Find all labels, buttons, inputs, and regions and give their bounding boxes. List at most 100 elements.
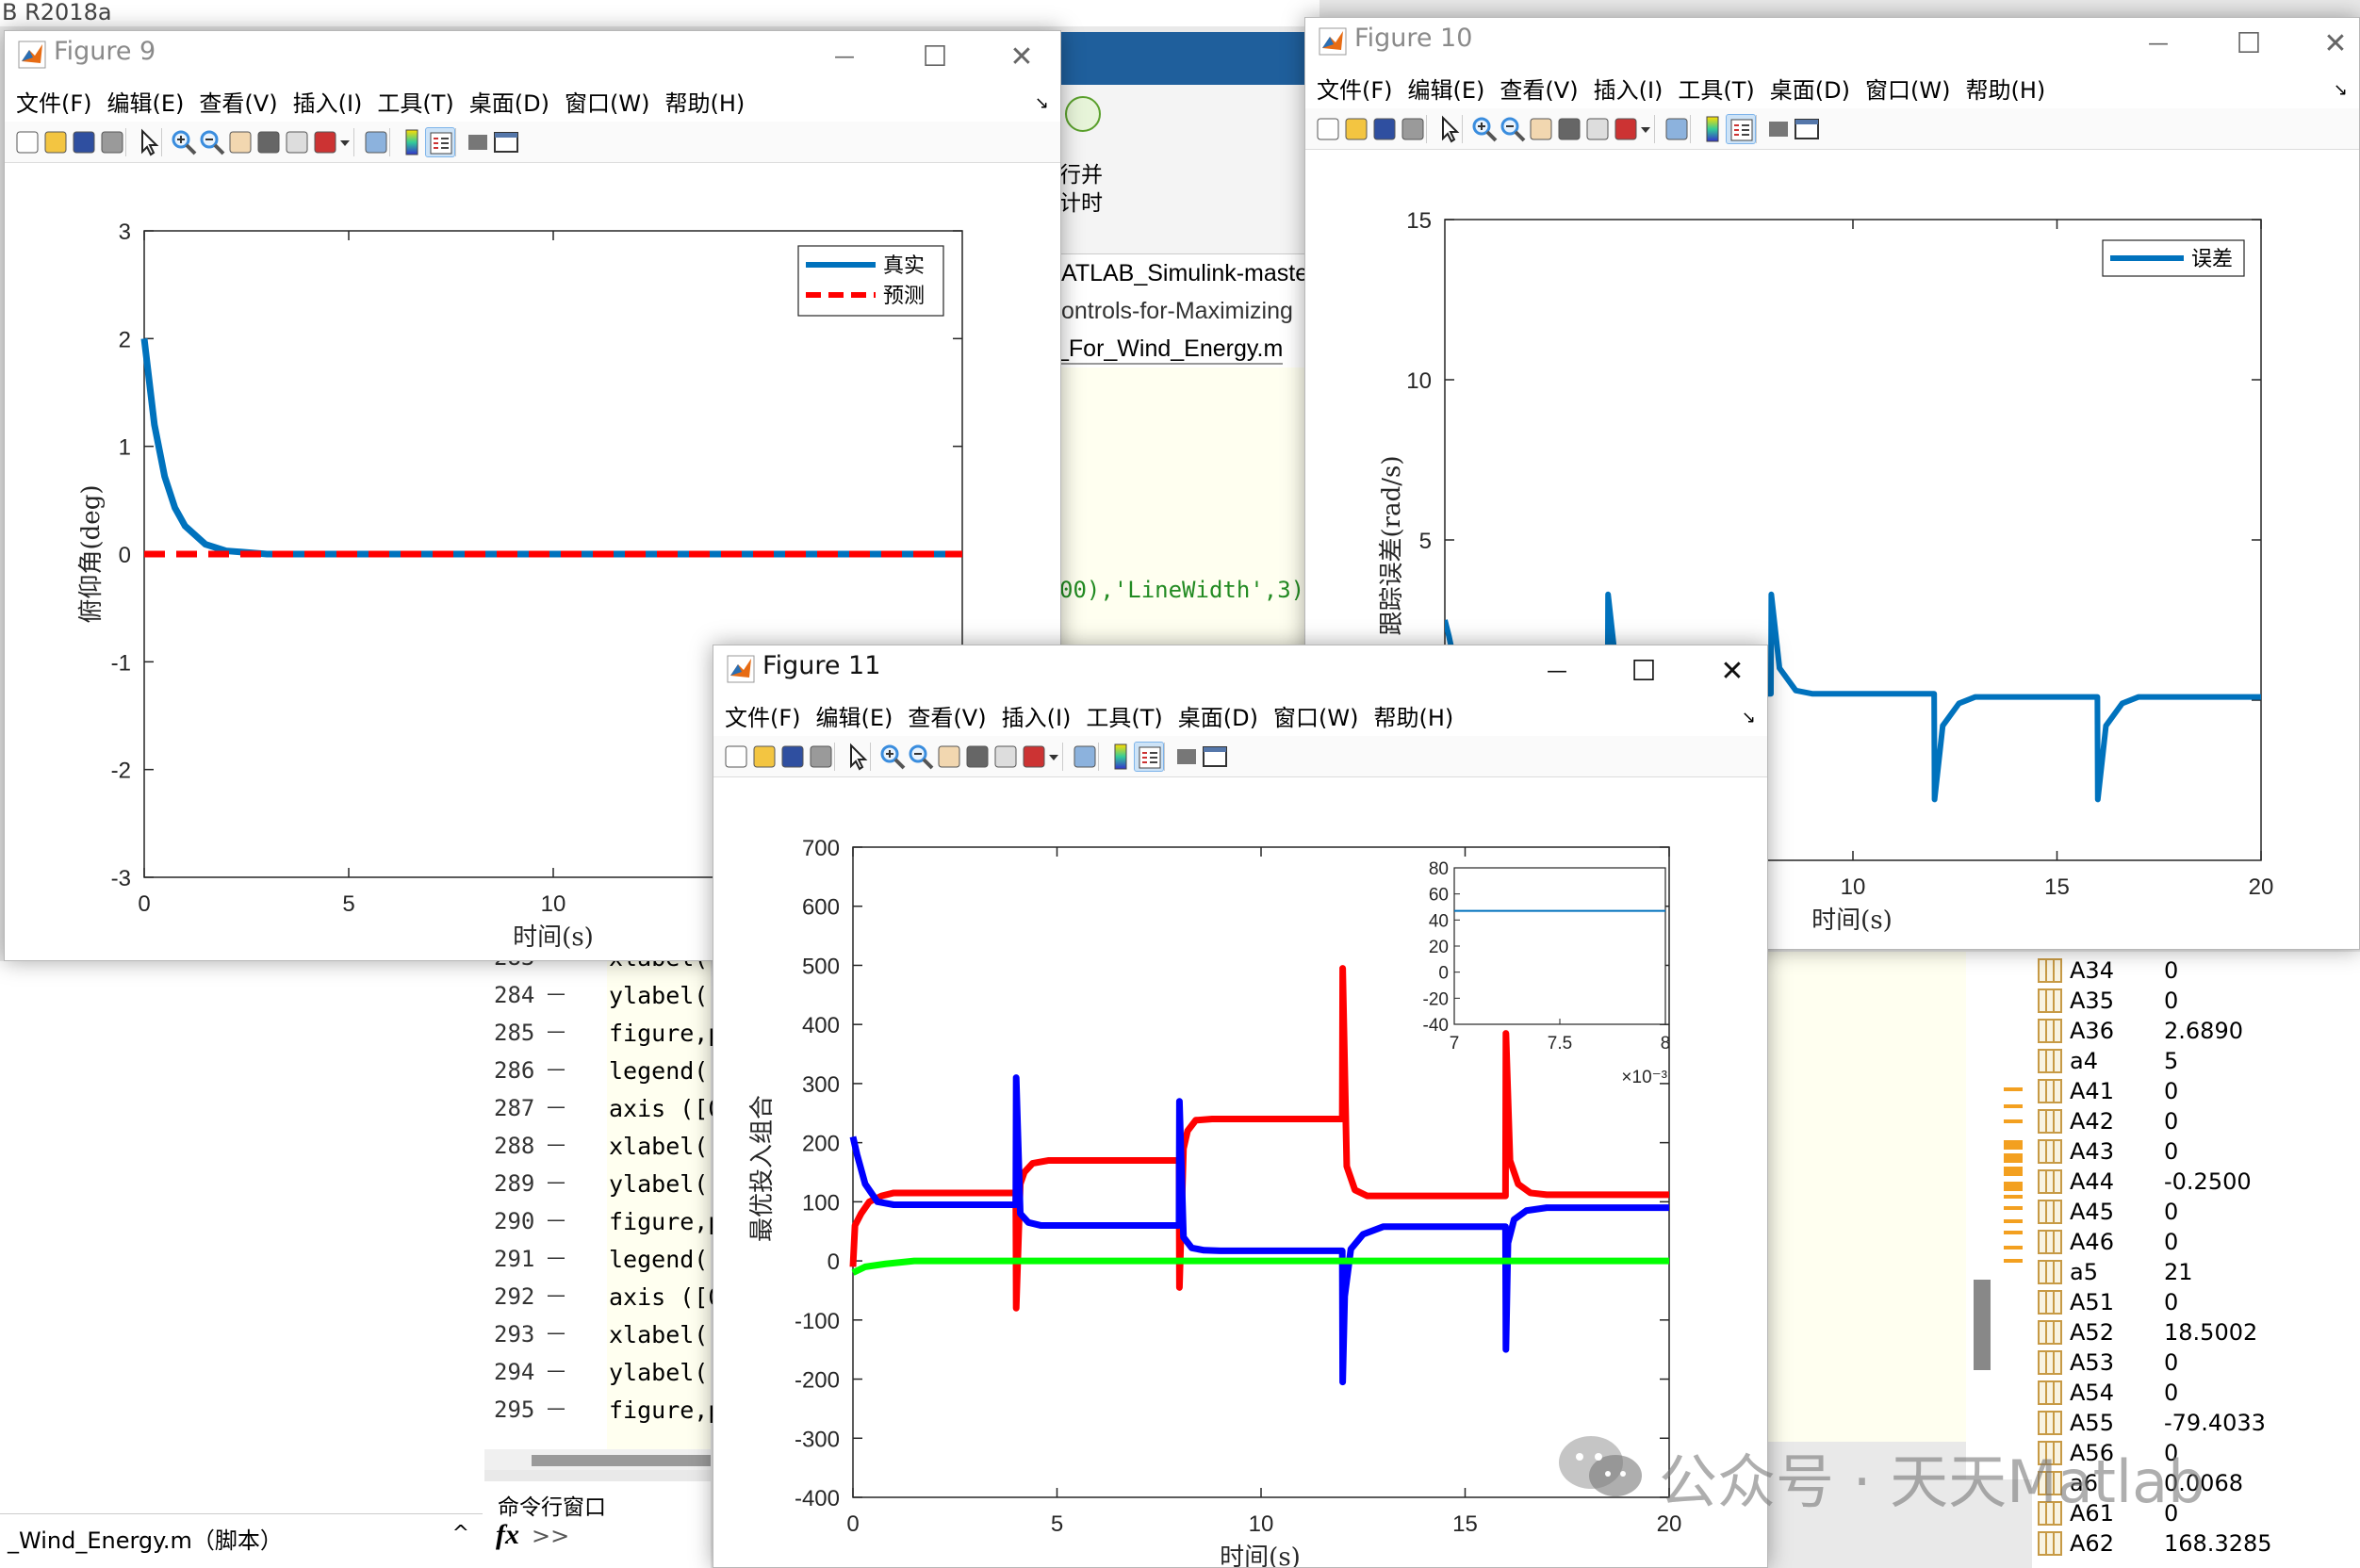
address-row-2[interactable]: ontrols-for-Maximizing: [1061, 298, 1293, 325]
analyzer-warning-mark[interactable]: [2004, 1246, 2023, 1250]
inset-y-tick-label: 40: [1429, 911, 1449, 931]
scroll-thumb[interactable]: [532, 1455, 711, 1466]
code-editor: 283—xlabel(284—ylabel('285—figure,p286—l…: [484, 942, 722, 1451]
run-and-time-button[interactable]: 行并 计时: [1052, 90, 1127, 222]
y-tick-label: 300: [802, 1072, 840, 1098]
workspace-row[interactable]: A34 0: [2032, 956, 2360, 986]
workspace-row[interactable]: A51 0: [2032, 1287, 2360, 1317]
workspace-row[interactable]: A46 0: [2032, 1227, 2360, 1257]
watermark: 公众号 · 天天Matlab: [1555, 1429, 2290, 1516]
inset-x-tick-label: 7: [1450, 1034, 1460, 1054]
code-text: axis ([0: [609, 1283, 723, 1311]
line-marker: —: [547, 1246, 565, 1268]
variable-value: 0: [2164, 1199, 2179, 1225]
x-axis-label: 时间(s): [1811, 906, 1893, 935]
inset-plot-area: [1453, 867, 1666, 1025]
variable-name: A51: [2070, 1289, 2114, 1315]
command-window-title: 命令行窗口: [498, 1495, 606, 1520]
command-window[interactable]: 命令行窗口 fx >>: [484, 1481, 711, 1568]
inset-y-tick-label: -20: [1423, 989, 1449, 1009]
x-tick-label: 10: [1249, 1511, 1274, 1537]
address-row-1[interactable]: ATLAB_Simulink-maste: [1061, 260, 1308, 287]
collapse-arrow[interactable]: ^: [452, 1522, 469, 1545]
analyzer-warning-mark[interactable]: [2004, 1167, 2023, 1176]
code-lines: 283—xlabel(284—ylabel('285—figure,p286—l…: [484, 942, 722, 1451]
variable-value: 0: [2164, 988, 2179, 1014]
x-tick-label: 15: [1452, 1511, 1478, 1537]
analyzer-warning-mark[interactable]: [2004, 1231, 2023, 1234]
matrix-icon: [2038, 1169, 2062, 1194]
line-number: 288: [494, 1133, 535, 1159]
ribbon-blue-band: [1046, 32, 1310, 85]
line-number: 291: [494, 1246, 535, 1272]
analyzer-warning-mark[interactable]: [2004, 1140, 2023, 1150]
workspace-row[interactable]: A35 0: [2032, 986, 2360, 1016]
workspace-row[interactable]: A54 0: [2032, 1378, 2360, 1408]
workspace-row[interactable]: A36 2.6890: [2032, 1016, 2360, 1046]
legend-label: 预测: [883, 285, 925, 308]
x-axis-label: 时间(s): [1220, 1544, 1301, 1568]
matrix-icon: [2038, 1531, 2062, 1556]
analyzer-warning-mark[interactable]: [2004, 1219, 2023, 1223]
x-tick-label: 0: [846, 1511, 859, 1537]
analyzer-warning-mark[interactable]: [2004, 1195, 2023, 1199]
y-tick-label: 600: [802, 895, 840, 921]
address-row-3[interactable]: _For_Wind_Energy.m: [1056, 335, 1284, 365]
workspace-row[interactable]: A62 168.3285: [2032, 1528, 2360, 1559]
line-marker: —: [547, 1208, 565, 1231]
y-tick-label: -3: [111, 866, 131, 891]
line-marker: —: [547, 1170, 565, 1193]
workspace-row[interactable]: A43 0: [2032, 1136, 2360, 1167]
analyzer-warning-mark[interactable]: [2004, 1182, 2023, 1191]
y-tick-label: -400: [795, 1486, 840, 1511]
y-tick-label: 2: [119, 327, 131, 352]
variable-name: A43: [2070, 1138, 2114, 1165]
workspace-row[interactable]: A42 0: [2032, 1106, 2360, 1136]
editor-hscroll[interactable]: [484, 1449, 711, 1470]
code-text: legend(': [609, 1246, 723, 1273]
workspace-row[interactable]: A45 0: [2032, 1197, 2360, 1227]
line-number: 285: [494, 1020, 535, 1046]
line-marker: —: [547, 1057, 565, 1080]
line-number: 286: [494, 1057, 535, 1084]
workspace-row[interactable]: A52 18.5002: [2032, 1317, 2360, 1348]
workspace-row[interactable]: A44 -0.2500: [2032, 1167, 2360, 1197]
variable-name: A44: [2070, 1168, 2114, 1195]
analyzer-warning-mark[interactable]: [2004, 1087, 2023, 1091]
legend-label: 真实: [883, 254, 925, 278]
y-tick-label: 15: [1406, 208, 1432, 234]
current-file-bar[interactable]: _Wind_Energy.m（脚本） ^: [0, 1513, 483, 1554]
analyzer-warning-mark[interactable]: [2004, 1206, 2023, 1210]
analyzer-warning-mark[interactable]: [2004, 1259, 2023, 1263]
command-prompt[interactable]: >>: [532, 1523, 569, 1549]
y-tick-label: -200: [795, 1368, 840, 1394]
workspace-row[interactable]: A53 0: [2032, 1348, 2360, 1378]
line-number: 292: [494, 1283, 535, 1310]
y-tick-label: 0: [828, 1250, 840, 1275]
matrix-icon: [2038, 1019, 2062, 1043]
analyzer-warning-mark[interactable]: [2004, 1119, 2023, 1123]
analyzer-warning-mark[interactable]: [2004, 1104, 2023, 1108]
x-tick-label: 0: [138, 891, 150, 917]
line-marker: —: [547, 1283, 565, 1306]
analyzer-scroll-thumb[interactable]: [1974, 1280, 1991, 1370]
y-tick-label: 5: [1419, 529, 1432, 554]
y-tick-label: -300: [795, 1427, 840, 1452]
workspace-row[interactable]: a5 21: [2032, 1257, 2360, 1287]
fx-icon[interactable]: fx: [496, 1519, 519, 1551]
code-text: xlabel(': [609, 1133, 723, 1160]
inset-exponent: ×10⁻³: [1621, 1068, 1667, 1087]
y-tick-label: 0: [119, 543, 131, 568]
code-analyzer-bar: [1966, 952, 2032, 1479]
analyzer-warning-mark[interactable]: [2004, 1153, 2023, 1163]
workspace-row[interactable]: A41 0: [2032, 1076, 2360, 1106]
workspace-row[interactable]: a4 5: [2032, 1046, 2360, 1076]
code-text: ylabel(': [609, 1170, 723, 1198]
matrix-icon: [2038, 1350, 2062, 1375]
wechat-icon: [1555, 1432, 1646, 1500]
y-tick-label: 200: [802, 1132, 840, 1157]
y-axis-label: 跟踪误差(rad/s): [1378, 456, 1406, 636]
variable-value: 21: [2164, 1259, 2193, 1285]
run-label-2: 计时: [1059, 191, 1103, 216]
x-tick-label: 10: [1841, 874, 1866, 900]
